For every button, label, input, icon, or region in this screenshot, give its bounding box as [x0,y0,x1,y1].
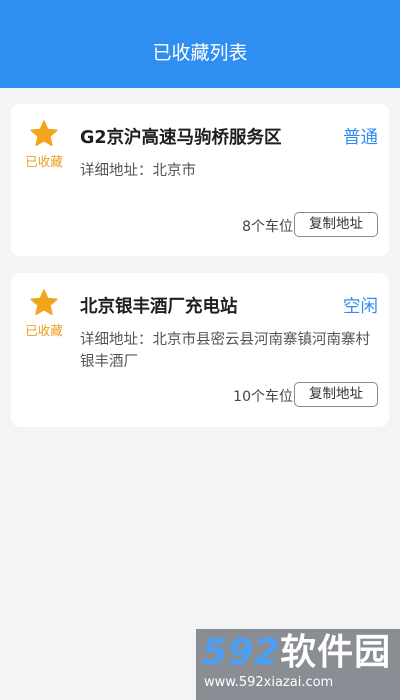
watermark-brand-cn: 软件园 [280,632,392,673]
favorited-label: 已收藏 [25,154,63,169]
favorited-label: 已收藏 [25,323,63,338]
copy-address-button[interactable]: 复制地址 [294,382,378,407]
watermark-brand-num: 592 [202,632,281,673]
watermark-url: www.592xiazai.com [204,675,334,690]
star-icon [30,120,58,146]
station-name: 北京银丰酒厂充电站 [80,297,238,317]
watermark: 592软件园 www.592xiazai.com [196,629,400,700]
favorite-card[interactable]: 已收藏 G2京沪高速马驹桥服务区 普通 详细地址：北京市 8个车位 复制地址 [11,104,389,256]
station-address: 详细地址：北京市县密云县河南寨镇河南寨村银丰酒厂 [80,332,370,370]
parking-spaces: 10个车位 [233,389,293,405]
favorite-toggle[interactable]: 已收藏 [23,120,65,170]
favorite-card[interactable]: 已收藏 北京银丰酒厂充电站 空闲 详细地址：北京市县密云县河南寨镇河南寨村银丰酒… [11,273,389,427]
star-icon [30,289,58,315]
station-name: G2京沪高速马驹桥服务区 [80,128,282,148]
favorite-toggle[interactable]: 已收藏 [23,289,65,339]
watermark-brand: 592软件园 [202,631,391,675]
copy-address-button[interactable]: 复制地址 [294,212,378,237]
parking-spaces: 8个车位 [242,219,293,235]
page-title: 已收藏列表 [152,42,248,64]
header-bar: 已收藏列表 [0,0,400,88]
station-address: 详细地址：北京市 [80,163,196,179]
status-badge: 普通 [343,128,378,148]
status-badge: 空闲 [343,297,378,317]
